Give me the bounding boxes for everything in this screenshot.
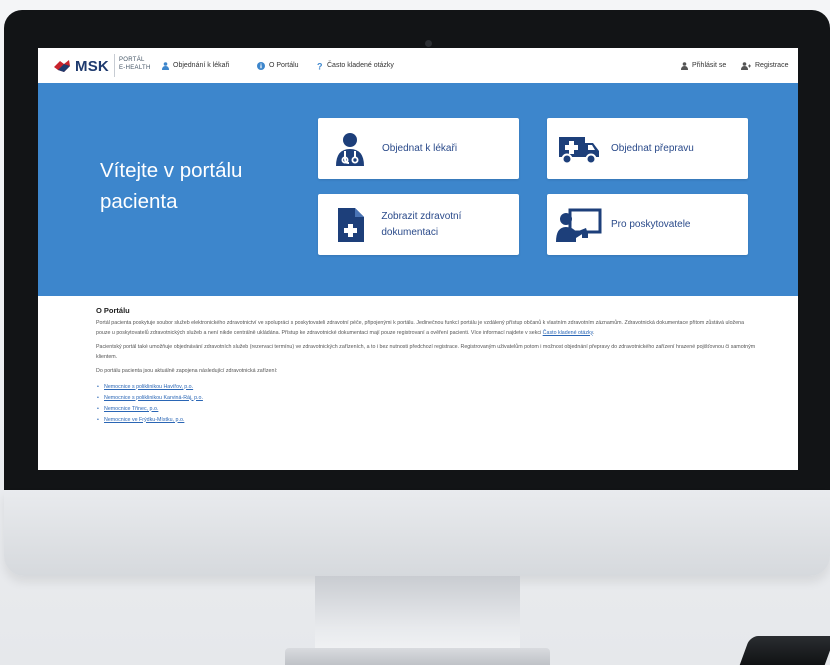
- tile-pro-poskytovatele[interactable]: Pro poskytovatele: [547, 194, 748, 255]
- login-link[interactable]: Přihlásit se: [681, 48, 726, 83]
- tile-pro-poskytovatele-label: Pro poskytovatele: [611, 218, 691, 230]
- nav-o-portalu-label: O Portálu: [269, 62, 299, 69]
- tile-zdravotni-dokumentace-label: Zobrazit zdravotní dokumentaci: [381, 210, 462, 238]
- hero-banner: Vítejte v portálu pacienta Objednat k lé…: [38, 83, 798, 296]
- svg-text:?: ?: [317, 62, 323, 70]
- webcam: [425, 40, 432, 47]
- tile-zdravotni-dokumentace[interactable]: Zobrazit zdravotní dokumentaci: [318, 194, 519, 255]
- logo-divider: [114, 54, 115, 77]
- login-label: Přihlásit se: [692, 62, 727, 69]
- nav-objednani-label: Objednání k lékaři: [173, 62, 230, 69]
- user-icon: [162, 61, 169, 70]
- faq-link[interactable]: Často kladené otázky: [543, 330, 593, 336]
- monitor-chin: [4, 490, 830, 576]
- about-paragraph-2: Pacientský portál také umožňuje objednáv…: [96, 344, 756, 360]
- register-link[interactable]: Registrace: [741, 48, 788, 83]
- facility-item[interactable]: Nemocnice s poliklinikou Havířov, p.o.: [97, 382, 756, 393]
- about-paragraph-1: Portál pacienta poskytuje soubor služeb …: [96, 320, 745, 336]
- facility-link[interactable]: Nemocnice s poliklinikou Havířov, p.o.: [104, 384, 193, 390]
- facility-item[interactable]: Nemocnice s poliklinikou Karviná-Ráj, p.…: [97, 393, 756, 404]
- tile-objednat-k-lekari[interactable]: Objednat k lékaři: [318, 118, 519, 179]
- portal-sublabel: E-HEALTH: [119, 65, 151, 71]
- facility-link[interactable]: Nemocnice Třinec, p.o.: [104, 406, 158, 412]
- browser-viewport: MSK PORTÁL E-HEALTH Objednání k lékaři O…: [38, 48, 798, 470]
- facility-link[interactable]: Nemocnice ve Frýdku-Místku, p.o.: [104, 417, 184, 423]
- register-label: Registrace: [755, 62, 789, 69]
- nav-faq-label: Často kladené otázky: [327, 62, 394, 69]
- hero-title: Vítejte v portálu pacienta: [100, 159, 243, 213]
- tile-objednat-prepravu-label: Objednat přepravu: [611, 142, 694, 154]
- info-icon: [257, 61, 265, 70]
- facility-item[interactable]: Nemocnice ve Frýdku-Místku, p.o.: [97, 415, 756, 426]
- portal-name: PORTÁL E-HEALTH: [119, 56, 151, 72]
- msk-logo[interactable]: MSK: [52, 57, 109, 75]
- top-navbar: MSK PORTÁL E-HEALTH Objednání k lékaři O…: [38, 48, 798, 84]
- doctor-icon: [336, 132, 364, 166]
- about-p1-text: Portál pacienta poskytuje soubor služeb …: [96, 320, 745, 336]
- nav-o-portalu[interactable]: O Portálu: [257, 48, 299, 83]
- about-section: O Portálu Portál pacienta poskytuje soub…: [96, 306, 756, 426]
- add-user-icon: [741, 61, 751, 70]
- nav-faq[interactable]: ? Často kladené otázky: [317, 48, 394, 83]
- facility-item[interactable]: Nemocnice Třinec, p.o.: [97, 404, 756, 415]
- about-title: O Portálu: [96, 306, 130, 315]
- presenter-icon: [556, 208, 602, 242]
- monitor-base: [285, 648, 550, 665]
- about-paragraph-3: Do portálu pacienta jsou aktuálně zapoje…: [96, 368, 278, 374]
- keyboard-corner: [739, 636, 830, 665]
- logo-text: MSK: [75, 57, 109, 75]
- msk-logo-icon: [54, 60, 70, 72]
- facility-link[interactable]: Nemocnice s poliklinikou Karviná-Ráj, p.…: [104, 395, 203, 401]
- tile-objednat-prepravu[interactable]: Objednat přepravu: [547, 118, 748, 179]
- nav-objednani[interactable]: Objednání k lékaři: [162, 48, 229, 83]
- medical-document-icon: [337, 207, 364, 242]
- ambulance-icon: [559, 136, 599, 164]
- portal-label: PORTÁL: [119, 57, 145, 63]
- facility-list: Nemocnice s poliklinikou Havířov, p.o. N…: [96, 382, 756, 426]
- tile-objednat-k-lekari-label: Objednat k lékaři: [382, 142, 458, 154]
- monitor-stand: [315, 576, 520, 651]
- question-icon: ?: [317, 62, 323, 70]
- login-user-icon: [681, 61, 688, 70]
